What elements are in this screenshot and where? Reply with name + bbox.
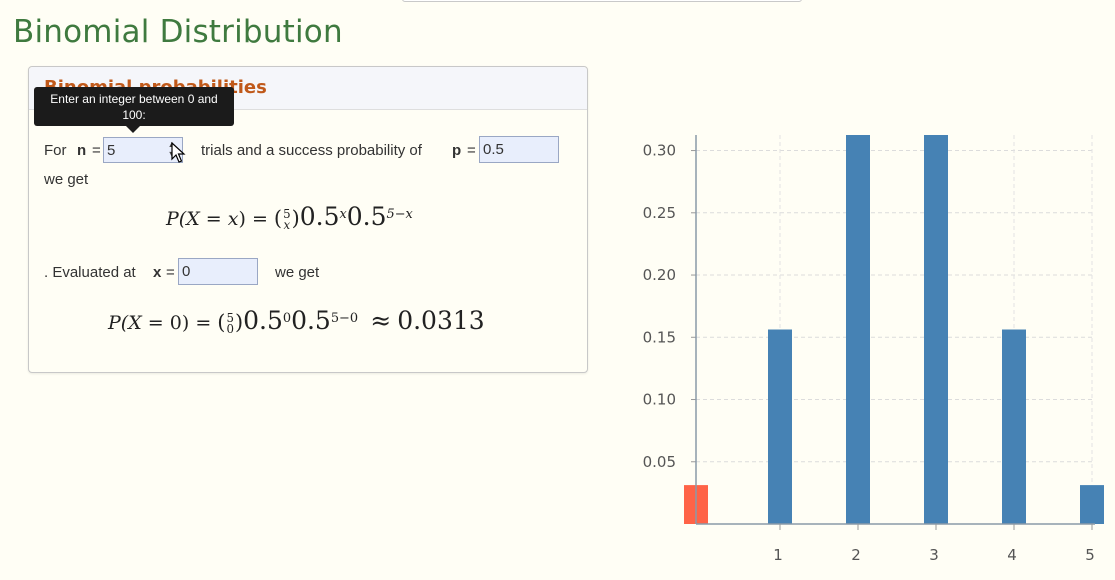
y-tick-label: 0.15	[643, 328, 676, 346]
x-tick-label: 5	[1085, 546, 1095, 564]
bar	[846, 135, 870, 524]
x-tick-label: 4	[1007, 546, 1017, 564]
y-tick-label: 0.30	[643, 142, 676, 160]
bar	[768, 329, 792, 524]
x-tick-label: 2	[851, 546, 861, 564]
bar	[1080, 485, 1104, 524]
bar	[924, 135, 948, 524]
binomial-bar-chart: 0.05 0.10 0.15 0.20 0.25 0.30 1 2 3 4 5	[643, 135, 1104, 564]
x-tick-label: 3	[929, 546, 939, 564]
y-tick-label: 0.20	[643, 266, 676, 284]
y-tick-label: 0.05	[643, 453, 676, 471]
x-tick-label: 1	[773, 546, 783, 564]
y-tick-label: 0.10	[643, 391, 676, 409]
bar	[1002, 329, 1026, 524]
y-tick-label: 0.25	[643, 204, 676, 222]
